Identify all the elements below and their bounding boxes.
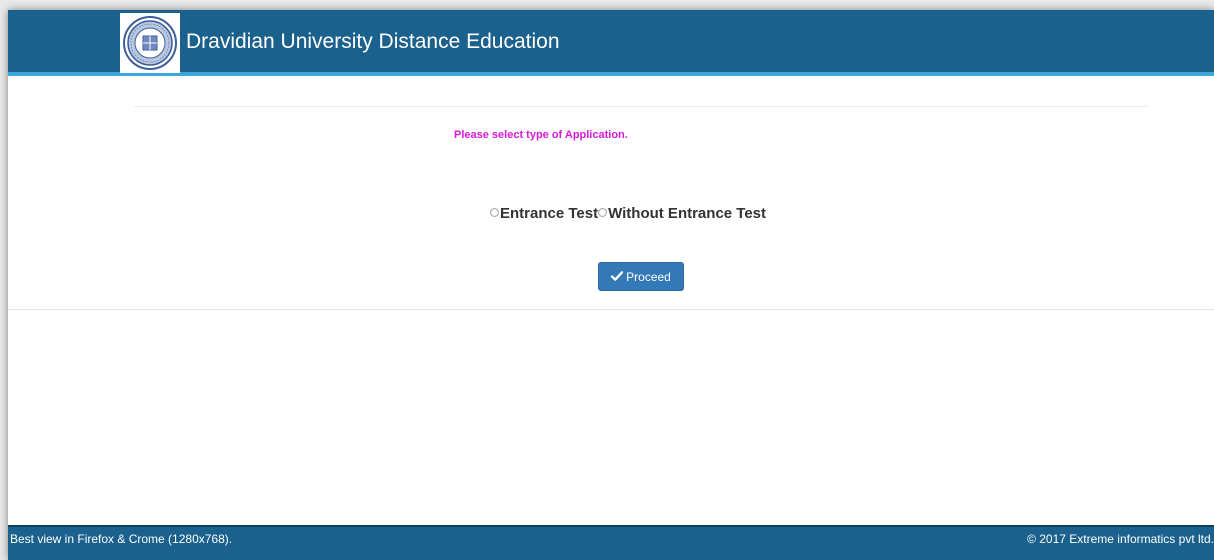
divider	[134, 106, 1148, 107]
page-frame: Dravidian University Distance Education …	[8, 10, 1214, 560]
site-footer: Best view in Firefox & Crome (1280x768).…	[8, 525, 1214, 560]
application-type-options: Entrance Test Without Entrance Test	[490, 205, 766, 222]
university-logo	[120, 13, 180, 73]
selection-prompt: Please select type of Application.	[454, 129, 628, 141]
option-without-entrance-test[interactable]: Without Entrance Test	[598, 205, 766, 222]
without-entrance-test-radio[interactable]	[598, 208, 608, 217]
application-type-panel: Please select type of Application. Entra…	[8, 80, 1214, 310]
entrance-test-label: Entrance Test	[500, 205, 599, 222]
entrance-test-radio[interactable]	[490, 208, 499, 217]
proceed-button[interactable]: Proceed	[598, 262, 684, 291]
checkmark-icon	[610, 270, 624, 284]
university-seal-icon	[123, 16, 177, 70]
browser-recommendation: Best view in Firefox & Crome (1280x768).	[10, 532, 233, 546]
option-entrance-test[interactable]: Entrance Test	[490, 205, 598, 222]
without-entrance-test-label: Without Entrance Test	[608, 205, 767, 222]
proceed-label: Proceed	[626, 269, 671, 284]
site-title: Dravidian University Distance Education	[186, 30, 560, 53]
copyright-text: © 2017 Extreme informatics pvt ltd.	[1027, 532, 1214, 546]
site-header: Dravidian University Distance Education	[8, 10, 1214, 76]
